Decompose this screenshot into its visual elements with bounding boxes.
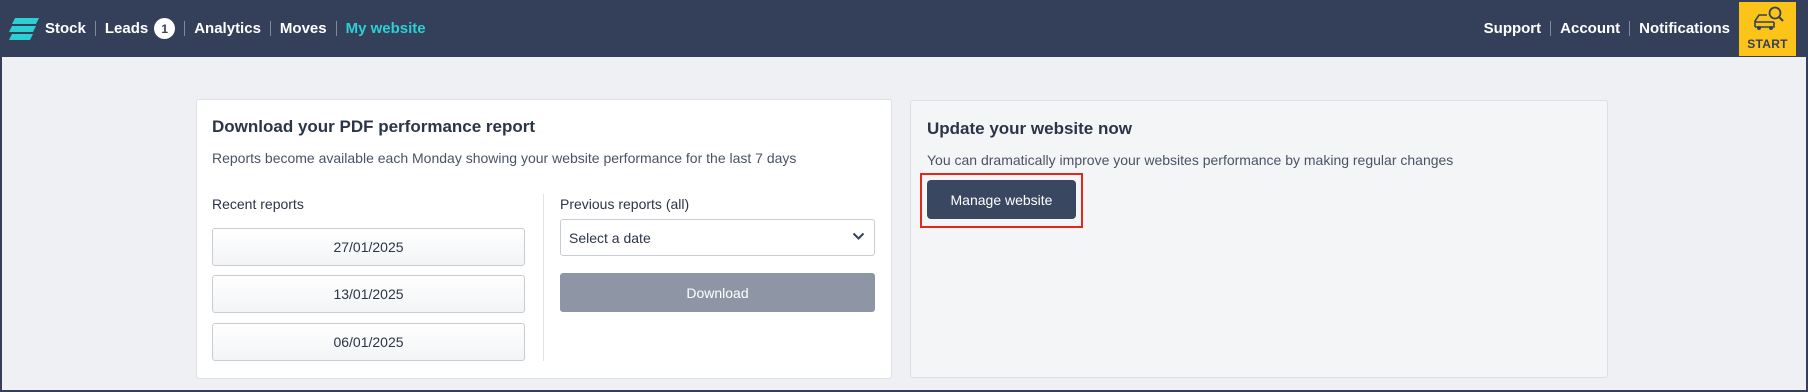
nav-moves[interactable]: Moves bbox=[280, 20, 327, 37]
manage-website-button[interactable]: Manage website bbox=[927, 180, 1076, 219]
update-card-description: You can dramatically improve your websit… bbox=[927, 152, 1454, 168]
report-button[interactable]: 27/01/2025 bbox=[212, 228, 525, 266]
brand-logo-icon[interactable] bbox=[9, 18, 39, 40]
nav-my-website[interactable]: My website bbox=[346, 20, 426, 37]
start-button[interactable]: START bbox=[1739, 2, 1796, 56]
nav-separator bbox=[335, 21, 337, 36]
previous-report-date-select[interactable]: Select a date bbox=[560, 219, 875, 256]
nav-stock[interactable]: Stock bbox=[45, 20, 86, 37]
nav-support[interactable]: Support bbox=[1484, 20, 1542, 37]
nav-separator bbox=[1629, 21, 1631, 36]
report-card-description: Reports become available each Monday sho… bbox=[212, 150, 797, 166]
nav-leads-label: Leads bbox=[104, 20, 149, 37]
report-button[interactable]: 06/01/2025 bbox=[212, 323, 525, 361]
nav-analytics[interactable]: Analytics bbox=[194, 20, 261, 37]
leads-count-badge: 1 bbox=[154, 18, 176, 39]
nav-separator bbox=[94, 21, 96, 36]
previous-reports-label: Previous reports (all) bbox=[560, 196, 690, 212]
report-card-title: Download your PDF performance report bbox=[212, 117, 536, 136]
top-navigation-bar: Stock Leads 1 Analytics Moves My website… bbox=[0, 0, 1808, 57]
recent-reports-label: Recent reports bbox=[212, 196, 304, 212]
start-label: START bbox=[1747, 37, 1788, 51]
nav-notifications[interactable]: Notifications bbox=[1639, 20, 1730, 37]
nav-account[interactable]: Account bbox=[1560, 20, 1620, 37]
select-value: Select a date bbox=[569, 229, 651, 246]
update-card-title: Update your website now bbox=[927, 119, 1132, 138]
nav-separator bbox=[269, 21, 271, 36]
column-divider bbox=[543, 194, 544, 361]
pdf-report-card: Download your PDF performance report Rep… bbox=[196, 99, 892, 379]
primary-nav: Stock Leads 1 Analytics Moves My website bbox=[45, 0, 426, 57]
nav-separator bbox=[1550, 21, 1552, 36]
nav-separator bbox=[184, 21, 186, 36]
secondary-nav: Support Account Notifications bbox=[1484, 0, 1730, 57]
report-button[interactable]: 13/01/2025 bbox=[212, 275, 525, 313]
chevron-down-icon bbox=[852, 232, 865, 240]
update-website-card: Update your website now You can dramatic… bbox=[910, 100, 1608, 378]
nav-leads[interactable]: Leads 1 bbox=[104, 18, 176, 39]
car-search-icon bbox=[1754, 6, 1784, 30]
download-button[interactable]: Download bbox=[560, 273, 875, 312]
